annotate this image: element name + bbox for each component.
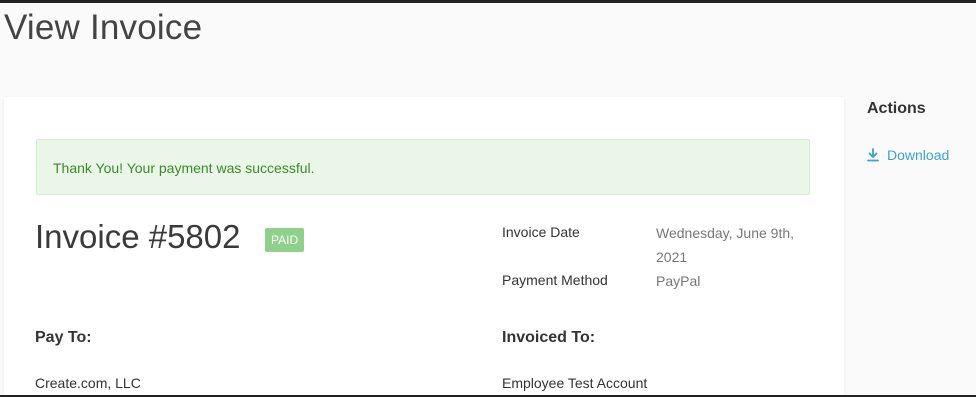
invoice-date-label: Invoice Date (502, 224, 580, 240)
payment-success-alert: Thank You! Your payment was successful. (36, 139, 810, 195)
invoice-date-value: Wednesday, June 9th, 2021 (656, 225, 795, 265)
invoiced-to-heading: Invoiced To: (502, 329, 596, 346)
pay-to-line: Create.com, LLC (35, 375, 141, 391)
window-top-border (0, 0, 976, 3)
invoice-card: Thank You! Your payment was successful. … (4, 97, 844, 397)
invoiced-to-line: Employee Test Account (502, 375, 648, 391)
payment-method-value: PayPal (656, 273, 701, 289)
pay-to-heading: Pay To: (35, 329, 92, 346)
payment-method-label: Payment Method (502, 272, 608, 288)
download-button[interactable]: Download (867, 147, 949, 163)
download-label: Download (887, 147, 950, 163)
actions-heading: Actions (867, 100, 926, 117)
invoice-number: Invoice #5802 (35, 218, 241, 255)
download-icon (867, 148, 879, 162)
page-title: View Invoice (4, 8, 203, 47)
status-badge: PAID (265, 228, 305, 252)
